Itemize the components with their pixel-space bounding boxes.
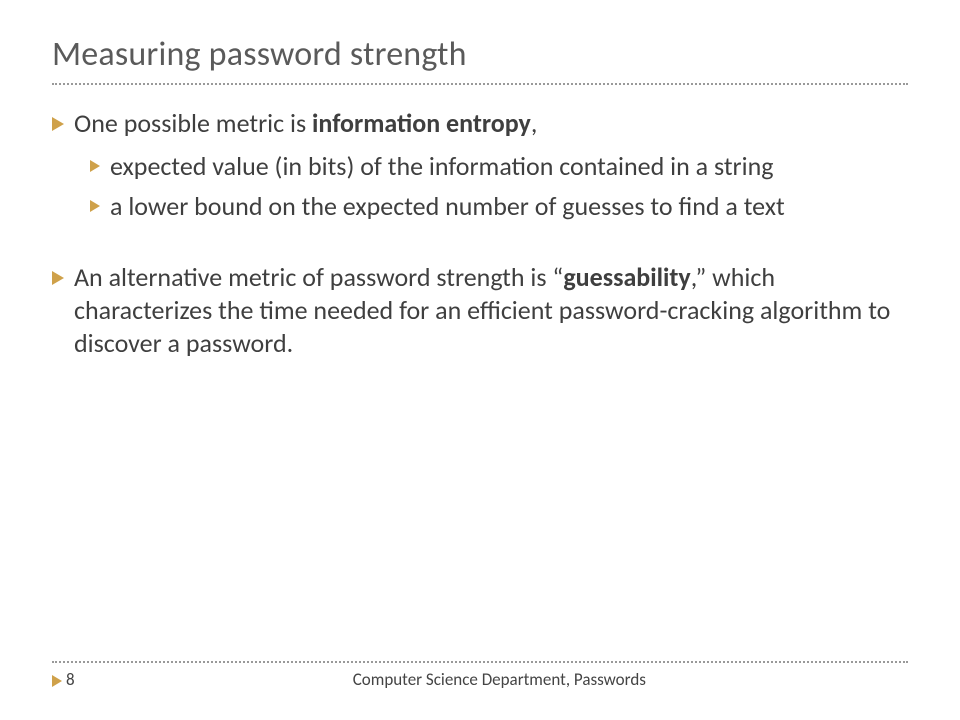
text-run-bold: information entropy [312, 107, 531, 139]
spacer [52, 229, 908, 255]
text-run-bold: guessability [563, 261, 690, 293]
triangle-bullet-icon [52, 271, 64, 361]
bullet-text: expected value (in bits) of the informat… [110, 150, 908, 183]
slide: Measuring password strength One possible… [0, 0, 960, 720]
slide-title: Measuring password strength [52, 34, 908, 75]
triangle-bullet-icon [52, 675, 62, 687]
bullet-level1: One possible metric is information entro… [52, 107, 908, 140]
slide-footer: 8 Computer Science Department, Passwords [52, 661, 908, 690]
footer-text: Computer Science Department, Passwords [91, 669, 908, 690]
triangle-bullet-icon [90, 200, 100, 223]
bullet-text: One possible metric is information entro… [74, 107, 908, 140]
text-run: , [531, 107, 538, 139]
triangle-bullet-icon [90, 160, 100, 183]
slide-body: One possible metric is information entro… [52, 107, 908, 361]
bullet-level2: a lower bound on the expected number of … [90, 190, 908, 223]
text-run: One possible metric is [74, 107, 312, 139]
footer-row: 8 Computer Science Department, Passwords [52, 669, 908, 690]
title-divider [52, 83, 908, 85]
bullet-level1: An alternative metric of password streng… [52, 261, 908, 361]
bullet-text: a lower bound on the expected number of … [110, 190, 908, 223]
footer-divider [52, 661, 908, 663]
text-run: An alternative metric of password streng… [74, 261, 563, 293]
page-number: 8 [66, 669, 75, 690]
bullet-level2: expected value (in bits) of the informat… [90, 150, 908, 183]
bullet-text: An alternative metric of password streng… [74, 261, 908, 361]
triangle-bullet-icon [52, 117, 64, 140]
